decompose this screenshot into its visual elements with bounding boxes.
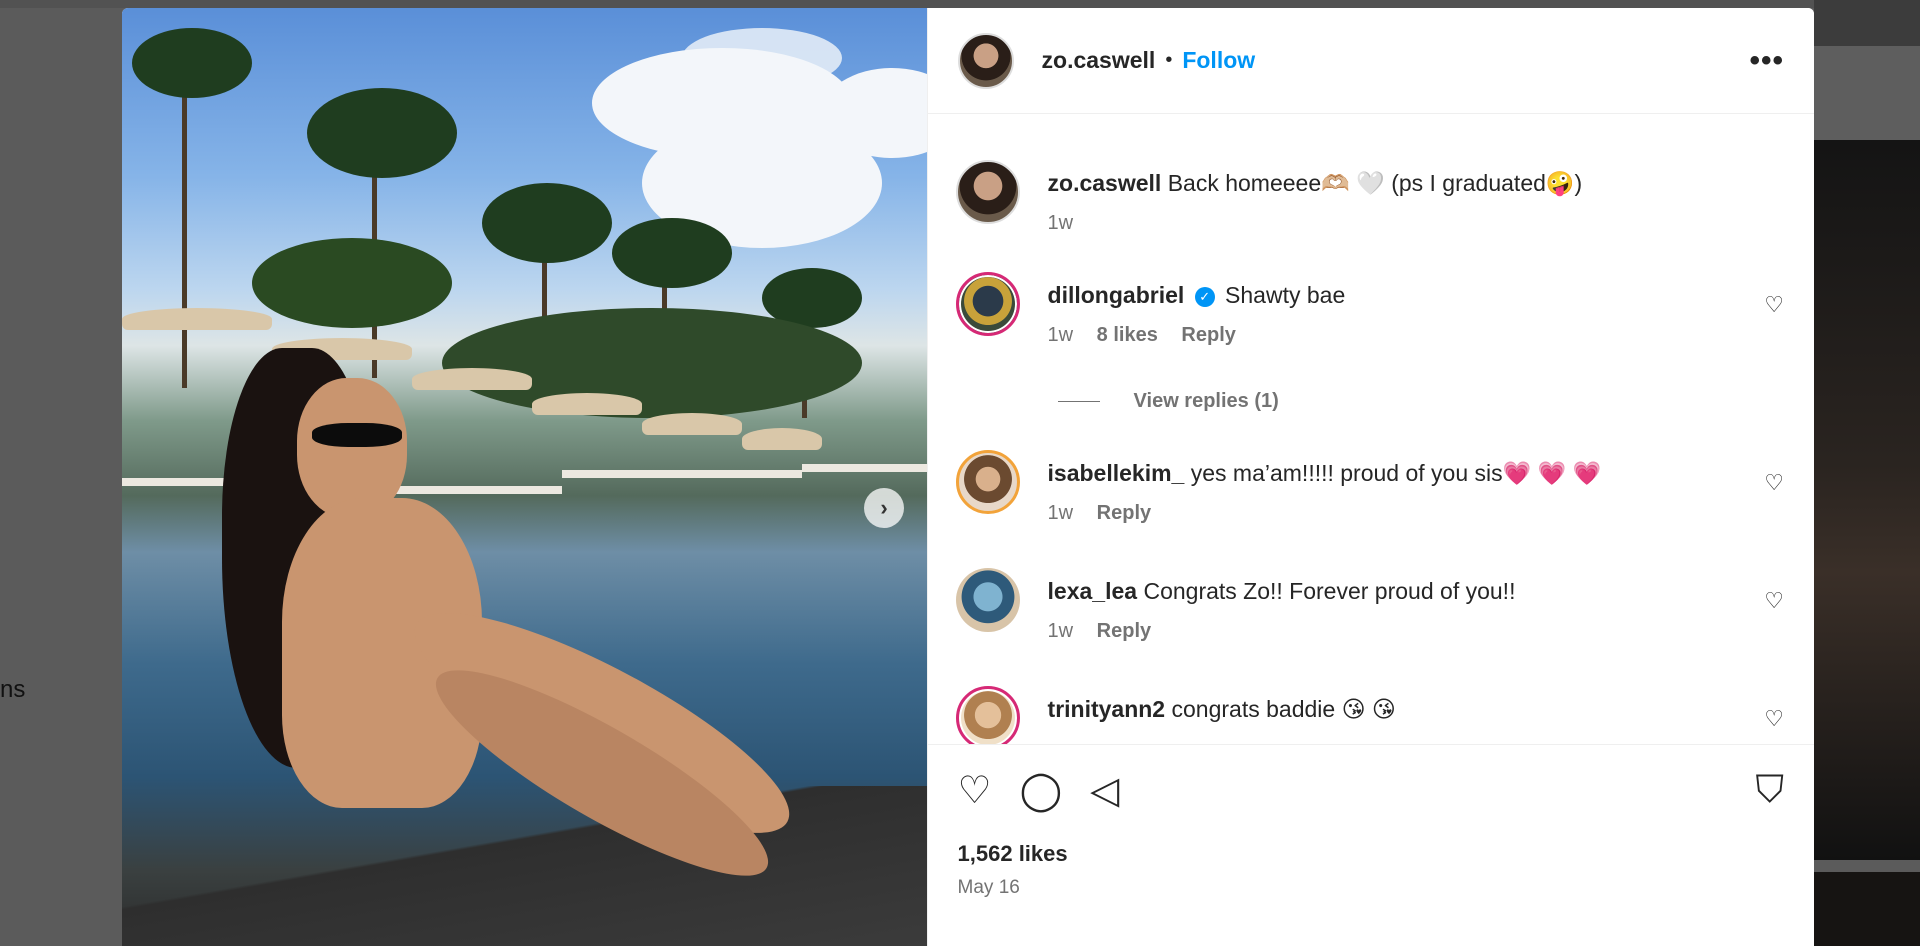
comment-text: congrats baddie 😘 😘 <box>1171 696 1396 722</box>
comment-username[interactable]: dillongabriel <box>1048 282 1185 308</box>
comment-time: 1w <box>1047 502 1074 524</box>
caption-username[interactable]: zo.caswell <box>1048 170 1162 196</box>
backdrop-text: ns <box>0 676 26 703</box>
comment-text: Congrats Zo!! Forever proud of you!! <box>1143 578 1516 604</box>
sunglasses <box>312 423 402 447</box>
palm-tree <box>182 68 187 388</box>
pool-deck <box>122 786 927 946</box>
comment-item: lexa_lea Congrats Zo!! Forever proud of … <box>955 568 1784 643</box>
comment-username[interactable]: isabellekim_ <box>1048 460 1185 486</box>
author-avatar[interactable] <box>957 32 1014 89</box>
post-actions: ♡ ◯ ◁ ⛉ 1,562 likes May 16 <box>927 744 1814 946</box>
comment-like-heart-icon[interactable]: ♡ <box>1764 706 1784 732</box>
commenter-avatar[interactable] <box>955 686 1020 744</box>
post-image[interactable]: › <box>122 8 927 946</box>
next-image-button[interactable]: › <box>864 488 904 528</box>
comment-item: isabellekim_ yes ma’am!!!!! proud of you… <box>955 450 1784 525</box>
comment-item: trinityann2 congrats baddie 😘 😘 ♡ <box>955 686 1784 744</box>
replies-divider <box>1057 401 1100 402</box>
commenter-avatar[interactable] <box>955 272 1020 336</box>
comment-like-heart-icon[interactable]: ♡ <box>1764 588 1784 614</box>
share-icon[interactable]: ◁ <box>1090 768 1119 813</box>
post-header: zo.caswell • Follow ••• <box>927 8 1814 114</box>
comment-like-heart-icon[interactable]: ♡ <box>1764 470 1784 496</box>
cloud <box>682 28 842 88</box>
caption: zo.caswell Back homeeee🫶🏼 🤍 (ps I gradua… <box>955 160 1784 235</box>
verified-badge-icon: ✓ <box>1194 287 1215 307</box>
palm-tree <box>132 28 252 98</box>
comment-likes[interactable]: 8 likes <box>1097 324 1158 346</box>
umbrella <box>742 428 822 450</box>
comment-username[interactable]: trinityann2 <box>1048 696 1166 722</box>
comment-like-heart-icon[interactable]: ♡ <box>1764 292 1784 318</box>
lounger-row <box>562 470 802 478</box>
post-modal: › zo.caswell • Follow ••• zo.caswell Bac… <box>122 8 1814 946</box>
comment-username[interactable]: lexa_lea <box>1048 578 1138 604</box>
commenter-avatar[interactable] <box>955 568 1020 632</box>
comment-time: 1w <box>1047 620 1074 642</box>
post-date: May 16 <box>957 877 1020 898</box>
backdrop-next-post-preview <box>1814 140 1920 860</box>
browser-top-strip <box>0 0 1920 8</box>
save-bookmark-icon[interactable]: ⛉ <box>1755 769 1784 812</box>
follow-button[interactable]: Follow <box>1182 47 1255 74</box>
caption-time: 1w <box>1047 212 1074 234</box>
commenter-avatar[interactable] <box>955 450 1020 514</box>
like-heart-icon[interactable]: ♡ <box>958 768 992 813</box>
comment-meta: 1w 8 likes Reply <box>1048 324 1784 347</box>
separator-dot: • <box>1165 49 1173 71</box>
backdrop-right-strip <box>1814 46 1920 140</box>
umbrella <box>532 393 642 415</box>
person-head <box>297 378 407 518</box>
palm-tree <box>482 183 612 263</box>
reply-button[interactable]: Reply <box>1097 620 1151 642</box>
backdrop-right-top <box>1814 0 1920 46</box>
post-details-panel: zo.caswell • Follow ••• zo.caswell Back … <box>926 8 1814 946</box>
palm-tree <box>612 218 732 288</box>
palm-tree <box>307 88 457 178</box>
more-options-icon[interactable]: ••• <box>1749 44 1784 78</box>
comment-item: dillongabriel ✓ Shawty bae 1w 8 likes Re… <box>955 272 1784 347</box>
comment-text: Shawty bae <box>1225 282 1346 308</box>
comment-meta: 1w Reply <box>1048 502 1784 525</box>
comment-icon[interactable]: ◯ <box>1020 768 1063 813</box>
caption-meta: 1w <box>1048 212 1784 235</box>
caption-avatar[interactable] <box>955 160 1020 224</box>
tree-line <box>442 308 862 418</box>
lounger-row <box>802 464 927 472</box>
umbrella <box>412 368 532 390</box>
reply-button[interactable]: Reply <box>1181 324 1235 346</box>
view-replies-label: View replies (1) <box>1133 390 1279 412</box>
comment-text: yes ma’am!!!!! proud of you sis💗 💗 💗 <box>1190 460 1602 486</box>
umbrella <box>122 308 272 330</box>
comment-time: 1w <box>1047 324 1074 346</box>
backdrop-right-bottom <box>1814 872 1920 946</box>
umbrella <box>642 413 742 435</box>
view-replies-button[interactable]: View replies (1) <box>1057 390 1279 413</box>
comment-meta: 1w Reply <box>1048 620 1784 643</box>
comments-list[interactable]: zo.caswell Back homeeee🫶🏼 🤍 (ps I gradua… <box>928 114 1814 744</box>
action-bar: ♡ ◯ ◁ ⛉ <box>958 765 1784 815</box>
tree-line <box>252 238 452 328</box>
caption-text: Back homeeee🫶🏼 🤍 (ps I graduated🤪) <box>1167 170 1583 196</box>
likes-count[interactable]: 1,562 likes <box>958 841 1784 867</box>
reply-button[interactable]: Reply <box>1097 502 1151 524</box>
author-username[interactable]: zo.caswell <box>1042 47 1156 74</box>
